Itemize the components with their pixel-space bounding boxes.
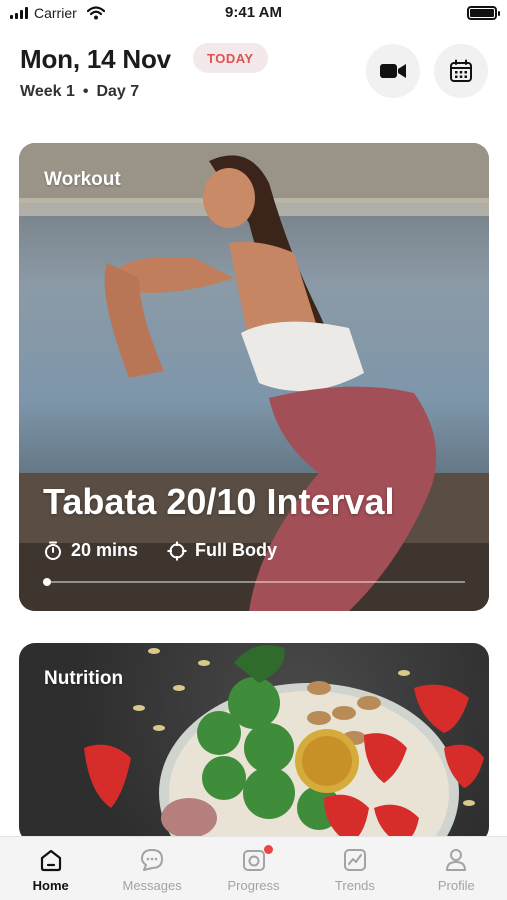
tab-trends-label: Trends: [334, 878, 375, 893]
workout-focus: Full Body: [167, 540, 277, 561]
day-label: Day 7: [96, 83, 140, 100]
nutrition-card[interactable]: Nutrition: [19, 643, 489, 843]
tab-home-label: Home: [32, 878, 69, 893]
target-icon: [167, 541, 187, 560]
tab-messages-label: Messages: [122, 878, 182, 893]
video-camera-icon: [380, 64, 406, 78]
tab-profile[interactable]: Profile: [406, 837, 507, 900]
video-call-button[interactable]: [366, 44, 420, 98]
separator-dot: •: [82, 83, 89, 100]
workout-progress-indicator: [43, 578, 51, 586]
tab-messages[interactable]: Messages: [101, 837, 202, 900]
tab-trends[interactable]: Trends: [304, 837, 405, 900]
progress-notification-dot: [263, 845, 273, 854]
nutrition-card-label: Nutrition: [44, 668, 124, 689]
battery-icon: [467, 6, 500, 20]
header: Mon, 14 Nov TODAY Week 1 • Day 7: [20, 40, 488, 110]
workout-duration: 20 mins: [43, 540, 138, 561]
calendar-button[interactable]: [434, 44, 488, 98]
workout-card-label: Workout: [44, 169, 121, 190]
tab-progress[interactable]: Progress: [203, 837, 304, 900]
workout-title: Tabata 20/10 Interval: [43, 481, 395, 522]
page-title-date: Mon, 14 Nov: [20, 44, 171, 74]
focus-text: Full Body: [195, 540, 277, 560]
calendar-icon: [450, 59, 472, 82]
status-bar: Carrier 9:41 AM: [0, 0, 507, 28]
week-label: Week 1: [20, 83, 75, 100]
workout-progress-track: [43, 581, 465, 583]
status-time: 9:41 AM: [225, 4, 282, 21]
chat-bubble-icon: [141, 849, 164, 871]
bottom-tab-bar: Home Messages Progress Trends Profile: [0, 836, 507, 900]
tab-progress-label: Progress: [227, 878, 280, 893]
camera-icon: [242, 850, 265, 871]
duration-text: 20 mins: [71, 540, 139, 560]
tab-profile-label: Profile: [437, 878, 475, 893]
workout-card[interactable]: Workout Tabata 20/10 Interval 20 mins Fu…: [19, 143, 489, 611]
week-day-indicator: Week 1 • Day 7: [20, 83, 139, 101]
tab-home[interactable]: Home: [0, 837, 101, 900]
trend-chart-icon: [343, 849, 366, 871]
home-icon: [40, 849, 61, 872]
stopwatch-icon: [45, 541, 61, 560]
person-icon: [446, 849, 467, 871]
today-badge[interactable]: TODAY: [193, 43, 268, 73]
